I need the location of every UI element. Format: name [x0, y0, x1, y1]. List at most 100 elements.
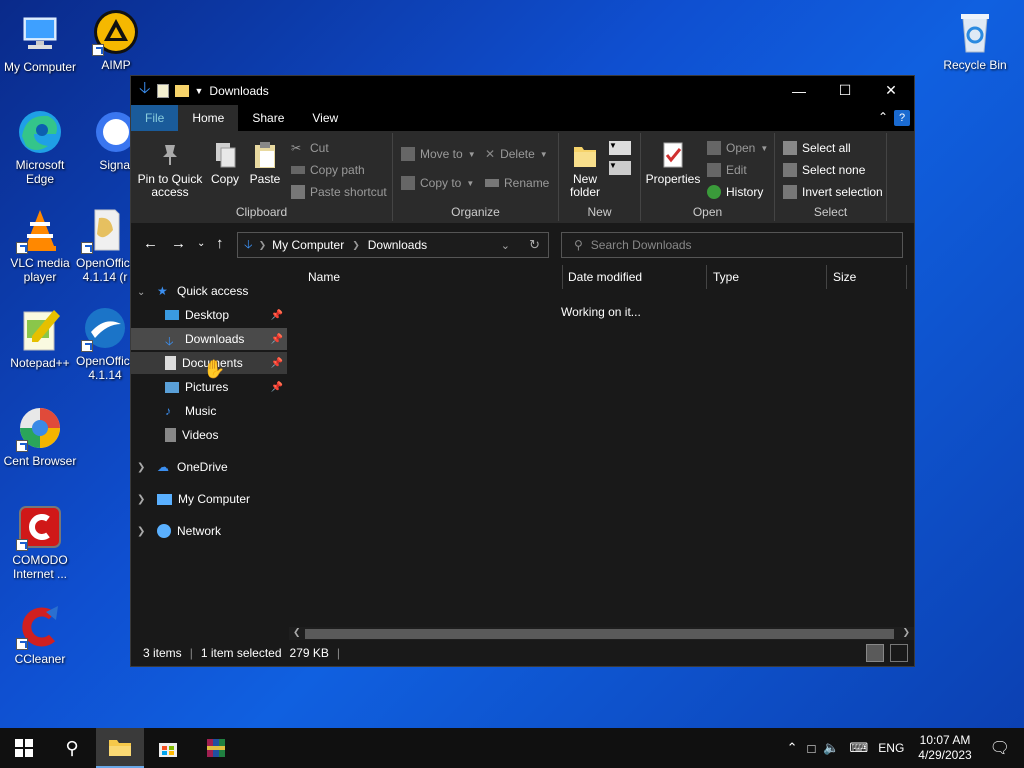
rename-button[interactable]: Rename [485, 176, 549, 190]
copy-to-button[interactable]: Copy to ▼ [401, 176, 474, 190]
clock[interactable]: 10:07 AM 4/29/2023 [918, 733, 971, 763]
nav-downloads[interactable]: 🡣 Downloads 📌 [131, 328, 287, 350]
desktop-icon-label: Cent Browser [3, 454, 77, 468]
column-type[interactable]: Type [713, 270, 739, 284]
tab-file[interactable]: File [131, 105, 179, 131]
desktop-icon-recycle-bin[interactable]: Recycle Bin [935, 8, 1015, 72]
column-divider[interactable] [706, 265, 707, 289]
nav-network[interactable]: Network [131, 520, 287, 542]
desktop-icon-cent-browser[interactable]: Cent Browser [0, 404, 80, 468]
desktop-icon-notepadpp[interactable]: Notepad++ [0, 306, 80, 370]
column-divider[interactable] [562, 265, 563, 289]
tab-view[interactable]: View [298, 105, 352, 131]
keyboard-icon[interactable]: ⌨ [850, 740, 869, 756]
column-size[interactable]: Size [833, 270, 856, 284]
move-to-icon [401, 147, 415, 161]
notifications-icon[interactable]: 🗨 [990, 738, 1010, 758]
new-folder-qa-icon[interactable] [174, 84, 189, 97]
search-button[interactable]: ⚲ [48, 728, 96, 768]
desktop-icon-vlc[interactable]: VLC media player [0, 206, 80, 284]
taskbar-winrar[interactable] [192, 728, 240, 768]
nav-onedrive[interactable]: ☁ OneDrive [131, 456, 287, 478]
maximize-button[interactable]: ☐ [822, 76, 868, 105]
openoffice-icon [81, 206, 129, 254]
select-all-button[interactable]: Select all [783, 141, 851, 155]
show-hidden-icons[interactable]: ⌃ [787, 740, 798, 756]
close-button[interactable]: ✕ [868, 76, 914, 105]
column-date-modified[interactable]: Date modified [568, 270, 642, 284]
taskbar-store[interactable] [144, 728, 192, 768]
address-bar[interactable]: 🡣 ❯ My Computer ❯ Downloads ⌄ ↻ [237, 232, 549, 258]
pin-icon[interactable]: 📌 [271, 310, 283, 321]
address-dropdown[interactable]: ⌄ [501, 239, 510, 252]
start-button[interactable] [0, 728, 48, 768]
taskbar-file-explorer[interactable] [96, 728, 144, 768]
properties-qa-icon[interactable] [156, 83, 169, 98]
recent-locations-button[interactable]: ⌄ [197, 238, 205, 249]
tab-share[interactable]: Share [238, 105, 298, 131]
nav-desktop[interactable]: Desktop 📌 [131, 304, 287, 326]
pin-quick-access-button[interactable]: Pin to Quick access [135, 141, 205, 199]
scroll-right-icon[interactable]: ❯ [902, 627, 910, 638]
scrollbar-thumb[interactable] [305, 629, 894, 639]
collapse-ribbon-icon[interactable]: ⌃ [878, 110, 888, 124]
language-indicator[interactable]: ENG [878, 741, 904, 755]
copy-button[interactable]: Copy [207, 141, 243, 186]
delete-icon: ✕ [485, 147, 496, 161]
column-name[interactable]: Name [308, 270, 340, 284]
minimize-button[interactable]: — [776, 76, 822, 105]
delete-button[interactable]: ✕ Delete ▼ [485, 147, 548, 161]
refresh-button[interactable]: ↻ [529, 237, 540, 253]
copy-path-button[interactable]: Copy path [291, 163, 365, 177]
details-view-button[interactable] [866, 644, 884, 662]
desktop-icon-edge[interactable]: Microsoft Edge [0, 108, 80, 186]
select-none-button[interactable]: Select none [783, 163, 865, 177]
desktop-icon-openoffice-writer[interactable]: OpenOffice 4.1.14 [76, 304, 134, 382]
search-box[interactable]: ⚲ Search Downloads [561, 232, 903, 258]
help-icon[interactable]: ? [894, 110, 910, 126]
easy-access-button[interactable]: ▼ [609, 161, 631, 175]
edit-button[interactable]: Edit [707, 163, 747, 177]
nav-quick-access[interactable]: ★ Quick access [131, 280, 287, 302]
nav-my-computer[interactable]: My Computer [131, 488, 287, 510]
column-divider[interactable] [906, 265, 907, 289]
rename-label: Rename [504, 176, 550, 190]
network-tray-icon[interactable]: □ [807, 741, 815, 756]
properties-button[interactable]: Properties [645, 141, 701, 186]
new-folder-button[interactable]: New folder [565, 141, 605, 199]
invert-selection-button[interactable]: Invert selection [783, 185, 883, 199]
column-divider[interactable] [826, 265, 827, 289]
paste-shortcut-button[interactable]: Paste shortcut [291, 185, 387, 199]
open-button[interactable]: Open ▼ [707, 141, 768, 155]
pin-icon[interactable]: 📌 [271, 358, 283, 369]
pin-icon[interactable]: 📌 [271, 382, 283, 393]
store-icon [159, 743, 177, 757]
large-icons-view-button[interactable] [890, 644, 908, 662]
volume-icon[interactable]: 🔈 [823, 740, 839, 756]
pin-icon[interactable]: 📌 [271, 334, 283, 345]
desktop-icon-comodo[interactable]: COMODO Internet ... [0, 503, 80, 581]
paste-button[interactable]: Paste [247, 141, 283, 186]
paste-shortcut-icon [291, 185, 305, 199]
history-button[interactable]: History [707, 185, 763, 199]
desktop-icon-openoffice[interactable]: OpenOffice 4.1.14 (r [76, 206, 134, 284]
move-to-button[interactable]: Move to ▼ [401, 147, 476, 161]
desktop-icon-aimp[interactable]: AIMP [76, 8, 156, 72]
cut-button[interactable]: ✂ Cut [291, 141, 329, 155]
up-button[interactable]: ↑ [216, 235, 224, 252]
desktop-icon-ccleaner[interactable]: CCleaner [0, 602, 80, 666]
nav-videos[interactable]: Videos [131, 424, 287, 446]
back-button[interactable]: ← [143, 235, 158, 252]
forward-button[interactable]: → [171, 235, 186, 252]
new-item-button[interactable]: ▼ [609, 141, 631, 155]
network-icon [157, 524, 171, 538]
desktop-icon-my-computer[interactable]: My Computer [0, 10, 80, 74]
desktop-icon-label: Recycle Bin [943, 58, 1007, 72]
customize-qa-dropdown[interactable]: ▼ [195, 86, 204, 96]
horizontal-scrollbar[interactable]: ❮ ❯ [289, 627, 914, 640]
nav-music[interactable]: ♪ Music [131, 400, 287, 422]
breadcrumb-downloads[interactable]: Downloads [368, 238, 427, 252]
scroll-left-icon[interactable]: ❮ [293, 627, 301, 638]
tab-home[interactable]: Home [178, 105, 239, 131]
breadcrumb-my-computer[interactable]: My Computer [272, 238, 344, 252]
